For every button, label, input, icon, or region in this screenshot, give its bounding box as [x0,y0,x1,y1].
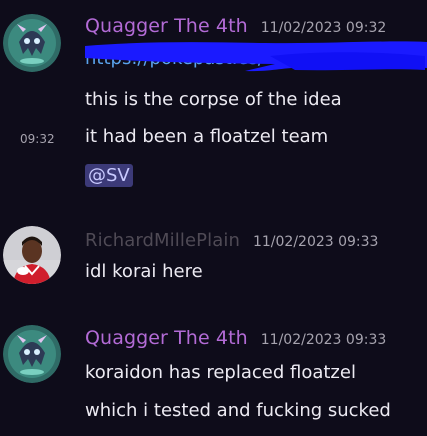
message-timestamp[interactable]: 11/02/2023 09:32 [261,20,387,36]
author-name[interactable]: RichardMillePlain [85,230,240,251]
message-header: Quagger The 4th 11/02/2023 09:33 [85,327,386,349]
message-header: Quagger The 4th 11/02/2023 09:32 [85,15,386,37]
message-line: koraidon has replaced floatzel [85,362,356,383]
chat-log: Quagger The 4th 11/02/2023 09:32 https:/… [0,0,427,436]
message-group: RichardMillePlain 11/02/2023 09:33 idl k… [0,200,427,300]
message-timestamp[interactable]: 11/02/2023 09:33 [261,332,387,348]
football-player-avatar-icon[interactable] [3,226,61,284]
author-name[interactable]: Quagger The 4th [85,327,248,349]
redaction-scribble [85,41,427,72]
message-line: this is the corpse of the idea [85,89,342,110]
role-mention[interactable]: @SV [85,164,133,187]
hover-timestamp: 09:32 [20,132,55,146]
message-timestamp[interactable]: 11/02/2023 09:33 [253,234,379,250]
ghost-pokemon-avatar-icon[interactable] [3,14,61,72]
ghost-pokemon-avatar-icon[interactable] [3,325,61,383]
message-group: Quagger The 4th 11/02/2023 09:32 https:/… [0,0,427,200]
message-line: idl korai here [85,261,203,282]
message-line: which i tested and fucking sucked [85,400,391,421]
message-group: Quagger The 4th 11/02/2023 09:33 koraido… [0,310,427,436]
message-line: it had been a floatzel team [85,126,329,147]
author-name[interactable]: Quagger The 4th [85,15,248,37]
message-header: RichardMillePlain 11/02/2023 09:33 [85,230,378,251]
